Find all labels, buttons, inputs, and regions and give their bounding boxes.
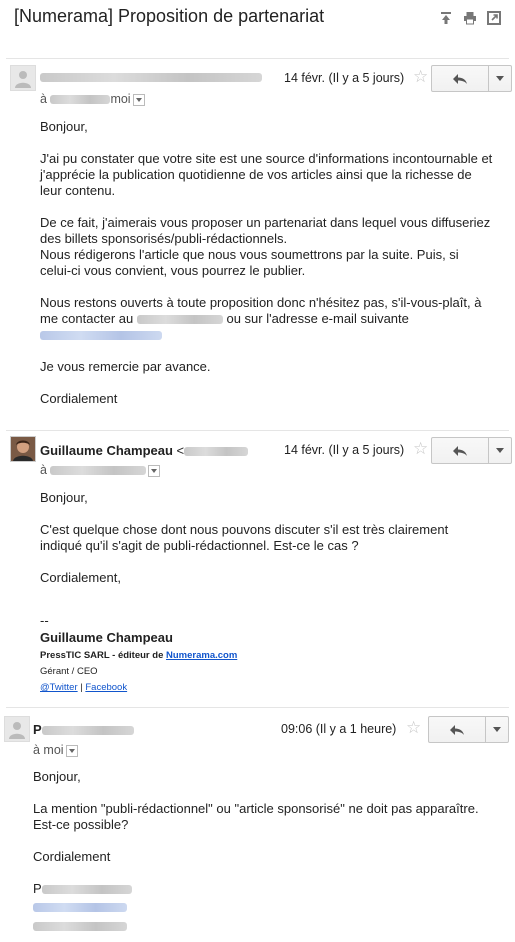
body-line: Bonjour, xyxy=(33,769,81,784)
avatar xyxy=(10,65,36,91)
signature-line: P xyxy=(33,881,132,897)
divider xyxy=(6,430,509,431)
body-line: C'est quelque chose dont nous pouvons di… xyxy=(40,522,449,537)
signature-role: Gérant / CEO xyxy=(40,666,98,677)
reply-icon xyxy=(453,445,467,456)
message-date: 14 févr. (Il y a 5 jours) xyxy=(284,443,405,457)
avatar xyxy=(4,716,30,742)
body-line: Cordialement xyxy=(40,391,118,406)
chevron-down-icon xyxy=(496,76,504,81)
body-line: De ce fait, j'aimerais vous proposer un … xyxy=(40,215,491,230)
sender-email-prefix: < xyxy=(176,443,185,458)
twitter-link[interactable]: @Twitter xyxy=(40,682,78,693)
body-line: J'ai pu constater que votre site est une… xyxy=(40,151,493,166)
divider xyxy=(6,707,509,708)
signature-redacted xyxy=(33,922,127,931)
sender-redacted xyxy=(40,73,262,82)
reply-icon xyxy=(453,73,467,84)
signature-company: PressTIC SARL - éditeur de Numerama.com xyxy=(40,650,238,661)
sender-redacted xyxy=(41,726,134,736)
reply-button-group xyxy=(428,716,509,743)
recipient-prefix: à xyxy=(40,463,47,477)
reply-button[interactable] xyxy=(432,438,489,463)
chevron-down-icon xyxy=(496,448,504,453)
body-line: Cordialement, xyxy=(40,570,121,585)
signature-name: Guillaume Champeau xyxy=(40,630,173,645)
body-line: indiqué qu'il s'agit de publi-rédactionn… xyxy=(40,538,359,553)
signature-link-redacted[interactable] xyxy=(33,903,127,912)
body-line: La mention "publi-rédactionnel" ou "arti… xyxy=(33,801,479,816)
more-button[interactable] xyxy=(486,717,508,742)
body-line: Nous rédigerons l'article que nous vous … xyxy=(40,247,459,262)
avatar-photo xyxy=(10,436,36,462)
expand-icon[interactable] xyxy=(439,11,453,25)
signature-social: @Twitter | Facebook xyxy=(40,682,128,693)
contact-text: me contacter au xyxy=(40,311,134,326)
sender-name: Guillaume Champeau < xyxy=(40,443,249,458)
reply-button-group xyxy=(431,65,512,92)
recipient-redacted xyxy=(50,466,147,476)
more-button[interactable] xyxy=(489,438,511,463)
star-icon[interactable]: ☆ xyxy=(413,68,428,85)
recipient-line: à moi xyxy=(40,92,145,106)
body-line: Je vous remercie par avance. xyxy=(40,359,211,374)
body-line: leur contenu. xyxy=(40,183,116,198)
signature-redacted xyxy=(41,885,132,895)
body-line: Nous restons ouverts à toute proposition… xyxy=(40,295,482,310)
message-date: 14 févr. (Il y a 5 jours) xyxy=(284,71,405,85)
thread-toolbar xyxy=(439,11,501,25)
body-line: j'apprécie la publication quotidienne de… xyxy=(40,167,472,182)
print-icon[interactable] xyxy=(463,11,477,25)
reply-button[interactable] xyxy=(432,66,489,91)
details-dropdown-icon[interactable] xyxy=(65,744,78,757)
sender-email-redacted xyxy=(184,447,249,457)
body-line: celui-ci vous convient, vous pourrez le … xyxy=(40,263,306,278)
numerama-link[interactable]: Numerama.com xyxy=(166,650,237,661)
details-dropdown-icon[interactable] xyxy=(132,93,145,106)
star-icon[interactable]: ☆ xyxy=(413,440,428,457)
body-line: me contacter au ou sur l'adresse e-mail … xyxy=(40,311,409,327)
facebook-link[interactable]: Facebook xyxy=(85,682,127,693)
reply-button[interactable] xyxy=(429,717,486,742)
message-date: 09:06 (Il y a 1 heure) xyxy=(281,722,397,736)
more-button[interactable] xyxy=(489,66,511,91)
recipient-me: moi xyxy=(110,92,131,106)
recipient-redacted xyxy=(50,95,111,105)
divider xyxy=(6,58,509,59)
reply-icon xyxy=(450,724,464,735)
body-line: Bonjour, xyxy=(40,490,88,505)
chevron-down-icon xyxy=(493,727,501,732)
body-line: Cordialement xyxy=(33,849,111,864)
details-dropdown-icon[interactable] xyxy=(148,464,161,477)
email-text: ou sur l'adresse e-mail suivante xyxy=(226,311,409,326)
sender-name: P xyxy=(33,722,134,737)
body-line: Est-ce possible? xyxy=(33,817,129,832)
reply-button-group xyxy=(431,437,512,464)
recipient-line: à moi xyxy=(33,743,78,757)
signature-dash: -- xyxy=(40,613,49,628)
thread-subject: [Numerama] Proposition de partenariat xyxy=(14,6,325,26)
body-line: Bonjour, xyxy=(40,119,88,134)
new-window-icon[interactable] xyxy=(487,11,501,25)
phone-redacted xyxy=(136,315,223,325)
email-link-redacted[interactable] xyxy=(40,331,162,340)
star-icon[interactable]: ☆ xyxy=(406,719,421,736)
recipient-line: à xyxy=(40,463,161,477)
body-line: des billets sponsorisés/publi-rédactionn… xyxy=(40,231,288,246)
